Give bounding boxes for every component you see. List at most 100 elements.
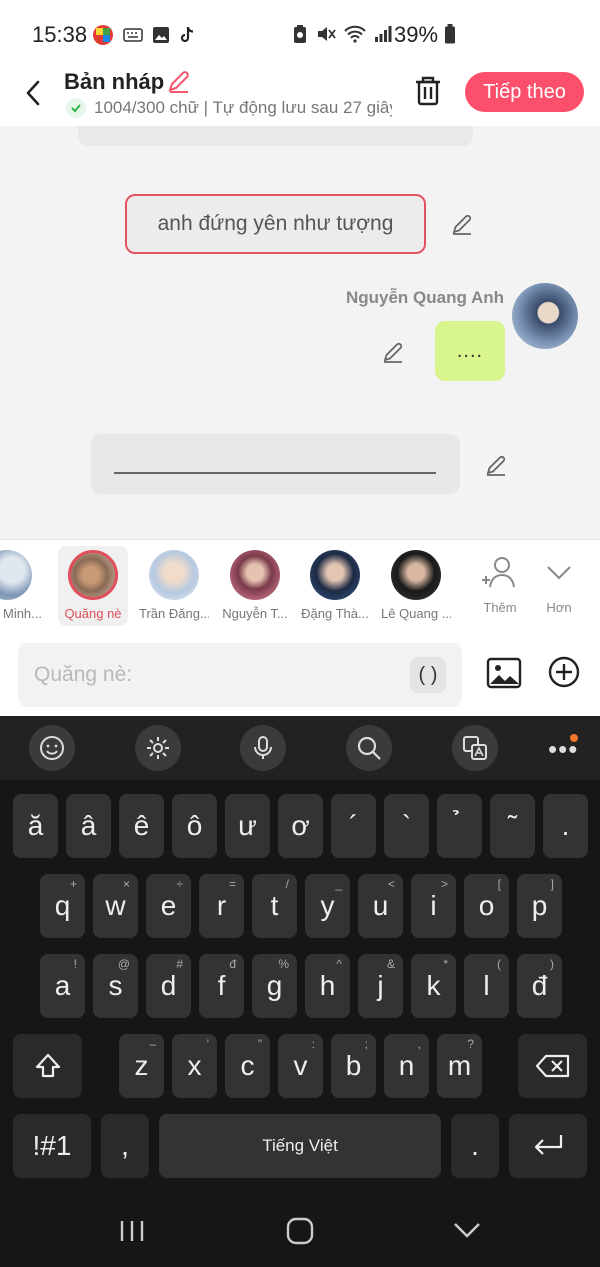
character-item[interactable]: Nguyễn T... [220, 546, 290, 626]
edit-message-icon[interactable] [381, 340, 405, 364]
status-bar: 15:38 39% [0, 0, 600, 66]
key-4[interactable]: ô [172, 794, 217, 858]
key-1[interactable]: ă [13, 794, 58, 858]
character-avatar [149, 550, 199, 600]
key-label: i [430, 890, 437, 921]
edit-message-icon[interactable] [450, 212, 474, 236]
key-o[interactable]: o[ [464, 874, 509, 938]
key-w[interactable]: w × [93, 874, 138, 938]
key-10[interactable]: ˜ [490, 794, 535, 858]
key-d[interactable]: d # [146, 954, 191, 1018]
key-z[interactable]: z – [119, 1034, 164, 1098]
keyboard-settings-button[interactable] [135, 725, 181, 771]
add-icon[interactable] [548, 656, 580, 688]
edit-title-icon[interactable] [166, 68, 192, 94]
key-hint: ] [550, 877, 554, 891]
key-i[interactable]: i > [411, 874, 456, 938]
image-icon[interactable] [486, 656, 522, 690]
key-r[interactable]: r = [199, 874, 244, 938]
recycle-icon [294, 25, 306, 43]
key-t[interactable]: t / [252, 874, 297, 938]
key-k[interactable]: k * [411, 954, 456, 1018]
key-hint: : [311, 1037, 315, 1051]
key-e[interactable]: e ÷ [146, 874, 191, 938]
key-q[interactable]: q + [40, 874, 85, 938]
emoji-button[interactable] [29, 725, 75, 771]
shift-key[interactable] [13, 1034, 82, 1098]
enter-key[interactable] [509, 1114, 587, 1178]
key-hint: ! [73, 957, 77, 971]
app-grid-icon [93, 25, 113, 45]
comma-key[interactable]: , [101, 1114, 149, 1178]
period-key[interactable]: . [451, 1114, 499, 1178]
empty-message-bubble[interactable] [91, 434, 460, 494]
back-icon[interactable] [20, 76, 48, 110]
character-avatar [230, 550, 280, 600]
character-name: Nguyễn T... [222, 606, 288, 621]
character-name: Lê Quang ... [381, 606, 451, 621]
key-3[interactable]: ê [119, 794, 164, 858]
key-y[interactable]: y _ [305, 874, 350, 938]
back-nav-icon[interactable] [452, 1220, 482, 1240]
key-v[interactable]: v: [278, 1034, 323, 1098]
backspace-icon [535, 1054, 569, 1078]
key-g[interactable]: g% [252, 954, 297, 1018]
message-bubble-green[interactable]: .... [435, 321, 505, 381]
next-button[interactable]: Tiếp theo [465, 72, 584, 112]
key-s[interactable]: s @ [93, 954, 138, 1018]
key-hint: ) [550, 957, 554, 971]
translate-button[interactable] [452, 725, 498, 771]
key-m[interactable]: m? [437, 1034, 482, 1098]
key-u[interactable]: u < [358, 874, 403, 938]
character-item[interactable]: Trần Đăng... [139, 546, 209, 626]
backspace-key[interactable] [518, 1034, 587, 1098]
key-f[interactable]: fđ [199, 954, 244, 1018]
more-characters-button[interactable]: Hơn [531, 550, 587, 615]
key-label: j [377, 970, 384, 1001]
home-icon[interactable] [285, 1216, 315, 1246]
key-đ[interactable]: đ) [517, 954, 562, 1018]
message-bubble-selected[interactable]: anh đứng yên như tượng [125, 194, 426, 254]
key-9[interactable]: ̉ [437, 794, 482, 858]
space-key[interactable]: Tiếng Việt [159, 1114, 441, 1178]
key-label: x [187, 1050, 202, 1081]
emoji-icon [40, 736, 64, 760]
character-item[interactable]: Đặng Thà... [300, 546, 370, 626]
character-item[interactable]: Lê Quang ... [381, 546, 451, 626]
key-label: v [293, 1050, 308, 1081]
key-label: e [160, 890, 177, 921]
key-8[interactable]: ` [384, 794, 429, 858]
voice-input-button[interactable] [240, 725, 286, 771]
edit-message-icon[interactable] [484, 453, 508, 477]
character-item[interactable]: Minh... [0, 546, 42, 626]
key-c[interactable]: c " [225, 1034, 270, 1098]
key-2[interactable]: â [66, 794, 111, 858]
chat-area[interactable]: anh đứng yên như tượng Nguyễn Quang Anh … [0, 126, 600, 539]
key-hint: / [285, 877, 289, 891]
more-label: Hơn [546, 600, 572, 615]
battery-icon [445, 24, 456, 44]
character-item-selected[interactable]: Quăng nè [58, 546, 128, 626]
sender-avatar[interactable] [512, 283, 578, 349]
trash-icon[interactable] [412, 74, 444, 108]
recent-apps-icon[interactable] [118, 1218, 146, 1244]
key-5[interactable]: ư [225, 794, 270, 858]
key-11[interactable]: . [543, 794, 588, 858]
key-l[interactable]: l( [464, 954, 509, 1018]
key-b[interactable]: b; [331, 1034, 376, 1098]
previous-message-bubble[interactable] [78, 126, 473, 146]
key-h[interactable]: h ^ [305, 954, 350, 1018]
key-p[interactable]: p] [517, 874, 562, 938]
key-j[interactable]: j & [358, 954, 403, 1018]
key-a[interactable]: a! [40, 954, 85, 1018]
key-7[interactable]: ´ [331, 794, 376, 858]
key-6[interactable]: ơ [278, 794, 323, 858]
message-input[interactable]: Quăng nè: ( ) [18, 643, 462, 707]
symbols-key[interactable]: !#1 [13, 1114, 91, 1178]
key-x[interactable]: x ' [172, 1034, 217, 1098]
parentheses-button[interactable]: ( ) [410, 657, 446, 693]
keyboard-search-button[interactable] [346, 725, 392, 771]
check-icon [66, 98, 86, 118]
add-character-button[interactable]: Thêm [472, 550, 528, 615]
key-n[interactable]: n, [384, 1034, 429, 1098]
